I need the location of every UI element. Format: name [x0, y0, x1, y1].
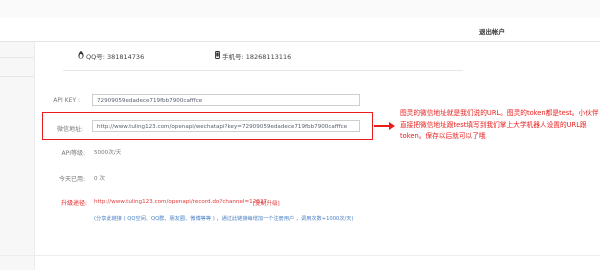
- sidebar-divider: [0, 76, 34, 77]
- annotation-note: 图灵的微信地址就是我们说的URL。图灵的token都是test。小伙伴直接把微信…: [400, 109, 599, 140]
- qq-info: QQ号: 381814736: [78, 51, 144, 61]
- phone-number: 手机号: 18268113116: [222, 53, 292, 61]
- sidebar-divider: [0, 57, 34, 58]
- share-instructions: (分享此链接 ( QQ空间、QQ群、朋友圈、微博等等 ) ，通过此链接每增加一个…: [94, 216, 354, 222]
- api-key-label: API KEY :: [53, 97, 80, 104]
- footer-divider: [0, 255, 600, 256]
- copy-upgrade-link[interactable]: [复制升级]: [253, 199, 280, 207]
- api-key-field[interactable]: 72909059edadece719fbb7900cafffce: [92, 94, 360, 106]
- header-divider: [0, 41, 600, 42]
- top-bar: [0, 0, 600, 18]
- section-divider: [63, 70, 463, 71]
- qq-number: QQ号: 381814736: [86, 53, 145, 61]
- phone-info: 手机号: 18268113116: [215, 51, 291, 61]
- penguin-icon: [78, 51, 84, 61]
- phone-icon: [215, 51, 220, 61]
- upgrade-label: 升级途径:: [61, 200, 88, 207]
- annotation-arrow: [374, 125, 390, 127]
- api-level-value: 5000次/天: [94, 150, 122, 156]
- highlight-box: [42, 112, 373, 140]
- today-used-label: 今天已用:: [58, 176, 85, 183]
- today-used-value: 0 次: [94, 176, 105, 182]
- api-level-label: API等级:: [61, 150, 85, 157]
- arrow-head-icon: [389, 121, 395, 130]
- upgrade-url-link[interactable]: http://www.tuling123.com/openapi/record.…: [94, 199, 267, 205]
- logout-link[interactable]: 退出帐户: [479, 26, 505, 36]
